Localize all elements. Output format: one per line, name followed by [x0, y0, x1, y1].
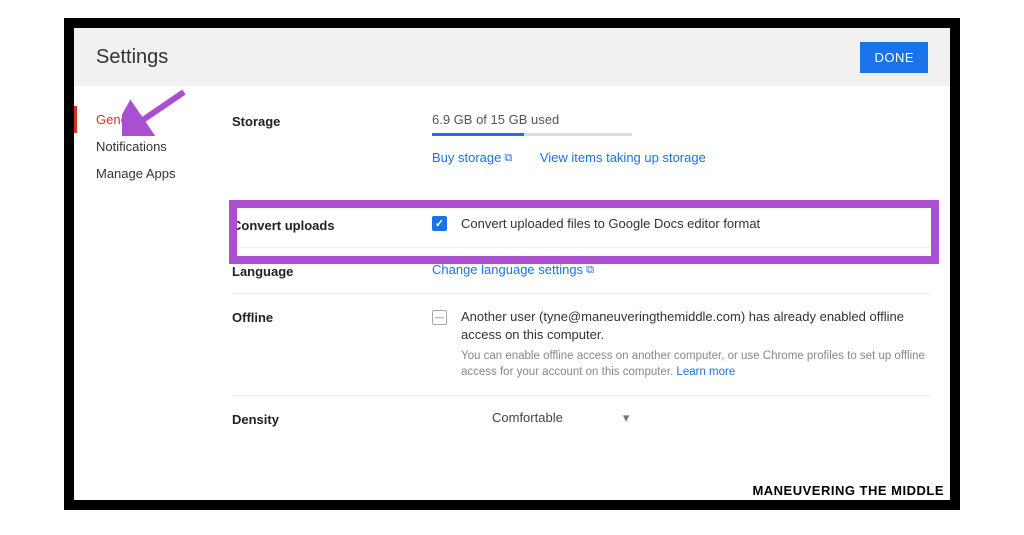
chevron-down-icon: ▾: [623, 410, 630, 426]
offline-disabled-icon: [432, 310, 447, 325]
row-content-storage: 6.9 GB of 15 GB used Buy storage⧉ View i…: [432, 112, 930, 166]
settings-dialog: Settings DONE General Notifications Mana…: [64, 18, 960, 510]
sidebar-item-label: Notifications: [96, 139, 167, 154]
sidebar-item-general[interactable]: General: [74, 106, 204, 133]
row-content-convert: ✓ Convert uploaded files to Google Docs …: [432, 216, 930, 231]
settings-sidebar: General Notifications Manage Apps: [74, 86, 204, 500]
sidebar-item-label: General: [96, 112, 142, 127]
learn-more-link[interactable]: Learn more: [676, 366, 735, 378]
row-language: Language Change language settings⧉: [232, 248, 930, 294]
external-link-icon: ⧉: [504, 152, 512, 165]
row-content-offline: Another user (tyne@maneuveringthemiddle.…: [432, 308, 930, 381]
row-convert-uploads: Convert uploads ✓ Convert uploaded files…: [232, 180, 930, 248]
change-language-link[interactable]: Change language settings⧉: [432, 262, 594, 277]
sidebar-item-label: Manage Apps: [96, 166, 176, 181]
storage-progress-fill: [432, 133, 524, 136]
row-label-offline: Offline: [232, 308, 432, 325]
dialog-title: Settings: [96, 46, 168, 69]
offline-box: Another user (tyne@maneuveringthemiddle.…: [432, 308, 930, 381]
sidebar-item-notifications[interactable]: Notifications: [74, 133, 204, 160]
row-density: Density Comfortable ▾: [232, 396, 930, 441]
row-label-density: Density: [232, 410, 432, 427]
external-link-icon: ⧉: [586, 264, 594, 277]
row-offline: Offline Another user (tyne@maneuveringth…: [232, 294, 930, 396]
settings-main: Storage 6.9 GB of 15 GB used Buy storage…: [204, 86, 950, 500]
dialog-header: Settings DONE: [74, 28, 950, 86]
row-label-storage: Storage: [232, 112, 432, 129]
storage-usage-text: 6.9 GB of 15 GB used: [432, 112, 930, 127]
storage-progress-bar: [432, 133, 632, 136]
done-button[interactable]: DONE: [860, 42, 928, 73]
density-dropdown[interactable]: Comfortable ▾: [432, 410, 930, 426]
buy-storage-link[interactable]: Buy storage⧉: [432, 150, 516, 165]
link-text: Change language settings: [432, 262, 583, 277]
checkbox-label: Convert uploaded files to Google Docs ed…: [461, 216, 760, 231]
dialog-body: General Notifications Manage Apps Storag…: [74, 86, 950, 500]
checkbox-checked-icon[interactable]: ✓: [432, 216, 447, 231]
offline-main-text: Another user (tyne@maneuveringthemiddle.…: [461, 308, 930, 344]
attribution-text: MANEUVERING THE MIDDLE: [752, 483, 944, 498]
offline-sub-text: You can enable offline access on another…: [461, 348, 930, 380]
view-storage-link[interactable]: View items taking up storage: [540, 150, 706, 165]
row-content-density: Comfortable ▾: [432, 410, 930, 426]
storage-links: Buy storage⧉ View items taking up storag…: [432, 150, 930, 166]
row-storage: Storage 6.9 GB of 15 GB used Buy storage…: [232, 106, 930, 180]
offline-text-block: Another user (tyne@maneuveringthemiddle.…: [461, 308, 930, 381]
density-value: Comfortable: [492, 410, 563, 425]
row-label-convert: Convert uploads: [232, 216, 432, 233]
link-text: Buy storage: [432, 150, 501, 165]
row-label-language: Language: [232, 262, 432, 279]
convert-checkbox-row[interactable]: ✓ Convert uploaded files to Google Docs …: [432, 216, 930, 231]
row-content-language: Change language settings⧉: [432, 262, 930, 278]
sidebar-item-manage-apps[interactable]: Manage Apps: [74, 160, 204, 187]
